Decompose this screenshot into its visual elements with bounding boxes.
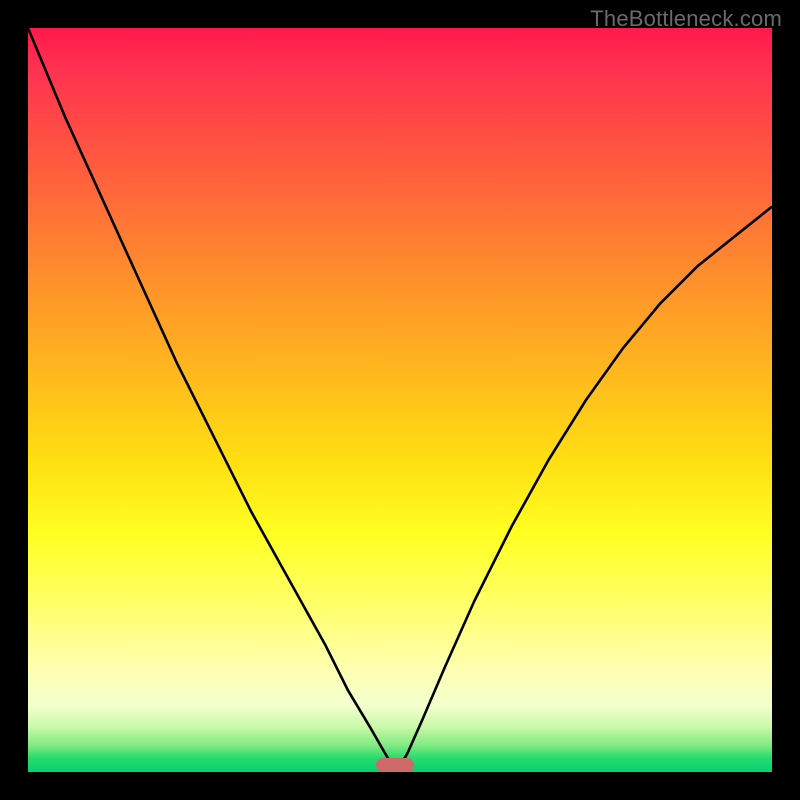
optimal-marker [376,758,414,772]
chart-frame [28,28,772,772]
bottleneck-curve [28,28,772,772]
